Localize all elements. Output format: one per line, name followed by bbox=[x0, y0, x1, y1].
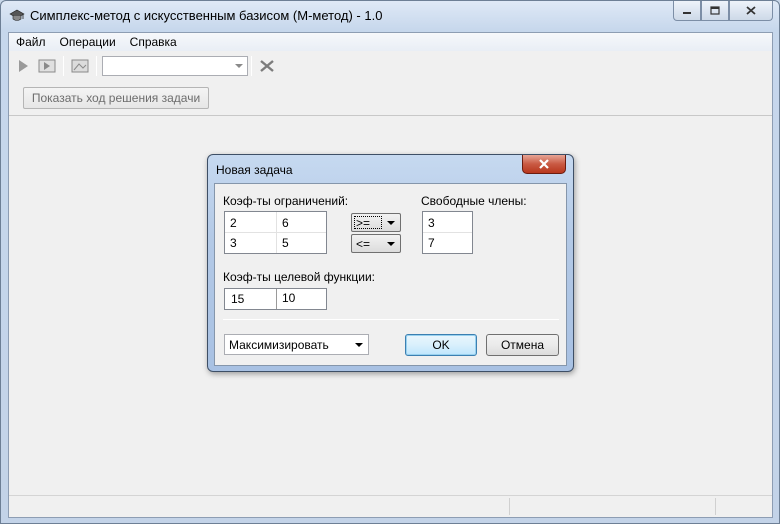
play-icon bbox=[19, 60, 28, 72]
toolbar-combo[interactable] bbox=[102, 56, 248, 76]
grid-cell[interactable]: 15 bbox=[231, 292, 244, 306]
run-button[interactable] bbox=[13, 57, 33, 75]
divider bbox=[9, 115, 772, 116]
ok-button[interactable]: OK bbox=[405, 334, 477, 356]
show-solution-button[interactable]: Показать ход решения задачи bbox=[23, 87, 209, 109]
main-window: Симплекс-метод с искусственным базисом (… bbox=[0, 0, 780, 524]
grid-cell[interactable]: 2 bbox=[230, 216, 237, 230]
dialog-body: Коэф-ты ограничений: 2 6 3 5 >= <= Свобо… bbox=[214, 183, 567, 366]
close-icon bbox=[539, 159, 549, 169]
step-button[interactable] bbox=[37, 57, 57, 75]
picture-button[interactable] bbox=[70, 57, 90, 75]
objective-label: Коэф-ты целевой функции: bbox=[223, 270, 375, 284]
status-cell bbox=[715, 498, 716, 515]
status-cell bbox=[509, 498, 510, 515]
free-terms-label: Свободные члены: bbox=[421, 194, 527, 208]
chevron-down-icon bbox=[235, 64, 243, 68]
objective-grid[interactable]: 15 10 bbox=[224, 288, 327, 310]
grid-cell[interactable]: 5 bbox=[282, 236, 289, 250]
dialog-close-button[interactable] bbox=[522, 155, 566, 174]
dialog-title: Новая задача bbox=[216, 163, 293, 177]
menu-bar: Файл Операции Справка bbox=[9, 33, 772, 51]
grid-cell[interactable]: 6 bbox=[282, 216, 289, 230]
chevron-down-icon bbox=[355, 343, 363, 347]
close-button[interactable] bbox=[729, 1, 773, 21]
window-title: Симплекс-метод с искусственным базисом (… bbox=[30, 8, 383, 23]
optimization-mode-value: Максимизировать bbox=[229, 338, 329, 352]
clear-button[interactable] bbox=[257, 57, 277, 75]
maximize-button[interactable] bbox=[701, 1, 729, 21]
grid-cell[interactable]: 3 bbox=[230, 236, 237, 250]
grid-cell[interactable]: 3 bbox=[428, 216, 435, 230]
constraints-label: Коэф-ты ограничений: bbox=[223, 194, 349, 208]
minimize-icon bbox=[683, 11, 691, 14]
grid-cell[interactable]: 7 bbox=[428, 236, 435, 250]
sign-select[interactable]: >= bbox=[351, 213, 401, 232]
clear-icon bbox=[260, 60, 274, 72]
menu-help[interactable]: Справка bbox=[123, 35, 184, 49]
maximize-icon bbox=[710, 6, 720, 15]
dialog-divider bbox=[223, 319, 559, 320]
toolbar bbox=[9, 52, 772, 80]
status-bar bbox=[9, 495, 772, 517]
new-task-dialog: Новая задача Коэф-ты ограничений: 2 6 3 … bbox=[207, 154, 574, 372]
cancel-button[interactable]: Отмена bbox=[486, 334, 559, 356]
chevron-down-icon bbox=[387, 242, 395, 246]
title-bar[interactable]: Симплекс-метод с искусственным базисом (… bbox=[1, 1, 779, 31]
step-icon bbox=[38, 59, 56, 73]
optimization-mode-select[interactable]: Максимизировать bbox=[224, 334, 369, 355]
constraints-grid[interactable]: 2 6 3 5 bbox=[224, 211, 327, 254]
minimize-button[interactable] bbox=[673, 1, 701, 21]
sign-select[interactable]: <= bbox=[351, 234, 401, 253]
menu-operations[interactable]: Операции bbox=[53, 35, 123, 49]
sign-value: >= bbox=[356, 216, 371, 230]
free-terms-grid[interactable]: 3 7 bbox=[422, 211, 473, 254]
sign-value: <= bbox=[356, 237, 371, 251]
grid-cell[interactable]: 10 bbox=[282, 291, 295, 305]
graduation-cap-icon bbox=[9, 9, 25, 21]
menu-file[interactable]: Файл bbox=[9, 35, 53, 49]
chevron-down-icon bbox=[387, 221, 395, 225]
image-icon bbox=[71, 59, 89, 73]
close-icon bbox=[746, 6, 756, 15]
